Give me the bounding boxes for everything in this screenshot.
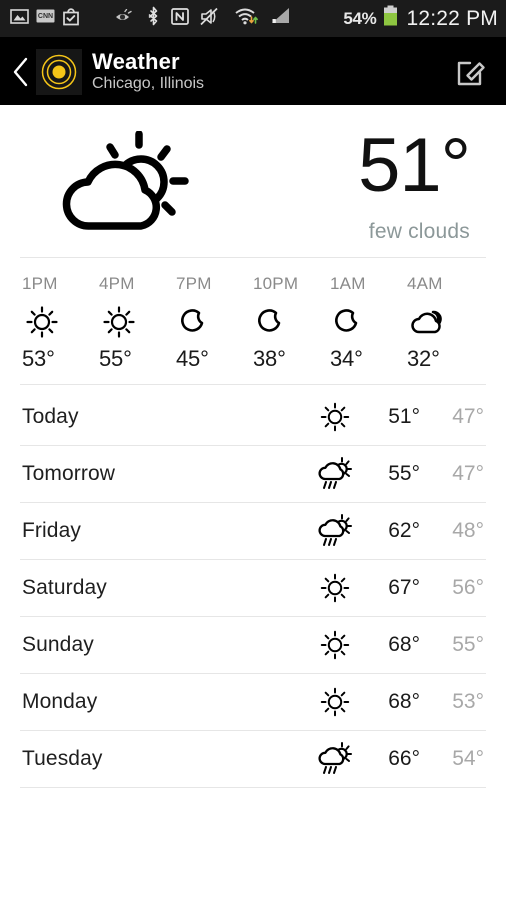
- status-bar-system-icons: [114, 6, 292, 31]
- wifi-icon: [234, 7, 259, 31]
- day-low-temp: 54°: [452, 747, 484, 770]
- hourly-forecast[interactable]: 1PM 53° 4PM 55° 7PM 45° 10PM 38° 1AM 34°: [0, 258, 506, 384]
- smart-stay-eye-icon: [114, 8, 136, 29]
- table-row[interactable]: Today 51° 47°: [0, 389, 506, 445]
- hourly-item[interactable]: 7PM 45°: [176, 274, 253, 372]
- cnn-news-icon: CNN: [36, 8, 55, 30]
- current-conditions: 51° few clouds: [0, 105, 506, 257]
- sound-mute-icon: [200, 7, 223, 31]
- day-label: Saturday: [22, 576, 107, 599]
- row-divider-last: [20, 787, 486, 788]
- table-row[interactable]: Tuesday 66° 54°: [0, 731, 506, 787]
- day-high-temp: 68°: [388, 633, 420, 656]
- partly-cloudy-day-icon: [22, 131, 236, 243]
- hourly-temp: 53°: [22, 346, 55, 371]
- day-low-temp: 56°: [452, 576, 484, 599]
- table-row[interactable]: Tomorrow 55° 47°: [0, 446, 506, 502]
- edit-compose-icon[interactable]: [452, 52, 492, 92]
- day-low-temp: 55°: [452, 633, 484, 656]
- sun-shower-icon: [312, 513, 358, 549]
- play-store-icon: [62, 7, 80, 31]
- table-row[interactable]: Friday 62° 48°: [0, 503, 506, 559]
- current-temperature: 51°: [358, 122, 471, 208]
- day-label: Monday: [22, 690, 98, 713]
- sun-shower-icon: [312, 456, 358, 492]
- moon-icon: [255, 302, 285, 342]
- hourly-temp: 38°: [253, 346, 286, 371]
- current-temp-block: 51° few clouds: [358, 122, 484, 244]
- app-bar: Weather Chicago, Illinois: [0, 38, 506, 105]
- bluetooth-icon: [147, 6, 160, 31]
- gallery-icon: [10, 7, 29, 31]
- day-low-temp: 47°: [452, 462, 484, 485]
- day-label: Today: [22, 405, 79, 428]
- app-bar-titles: Weather Chicago, Illinois: [92, 50, 204, 93]
- hourly-item[interactable]: 1AM 34°: [330, 274, 407, 372]
- hourly-item[interactable]: 1PM 53°: [22, 274, 99, 372]
- day-low-temp: 47°: [452, 405, 484, 428]
- hourly-item[interactable]: 4AM 32°: [407, 274, 484, 372]
- hourly-time: 1PM: [22, 274, 58, 293]
- day-label: Sunday: [22, 633, 94, 656]
- hourly-item[interactable]: 10PM 38°: [253, 274, 330, 372]
- status-bar[interactable]: CNN 54% 12:22 PM: [0, 0, 506, 38]
- day-high-temp: 66°: [388, 747, 420, 770]
- day-label: Tuesday: [22, 747, 103, 770]
- location-subtitle: Chicago, Illinois: [92, 75, 205, 93]
- cloud-night-icon: [409, 302, 447, 342]
- battery-percent-label: 54%: [343, 8, 377, 28]
- day-low-temp: 48°: [452, 519, 484, 542]
- hourly-temp: 32°: [407, 346, 440, 371]
- back-chevron-icon[interactable]: [6, 57, 36, 87]
- clock-label: 12:22 PM: [406, 6, 498, 30]
- day-label: Friday: [22, 519, 81, 542]
- sun-icon: [312, 571, 358, 605]
- day-high-temp: 67°: [388, 576, 420, 599]
- table-row[interactable]: Monday 68° 53°: [0, 674, 506, 730]
- hourly-item[interactable]: 4PM 55°: [99, 274, 176, 372]
- hourly-time: 4PM: [99, 274, 135, 293]
- sun-icon: [101, 302, 137, 342]
- sun-icon: [24, 302, 60, 342]
- day-high-temp: 55°: [388, 462, 420, 485]
- moon-icon: [178, 302, 208, 342]
- hourly-time: 10PM: [253, 274, 299, 293]
- table-row[interactable]: Saturday 67° 56°: [0, 560, 506, 616]
- page-title: Weather: [92, 49, 180, 75]
- current-description: few clouds: [368, 220, 470, 244]
- sun-icon: [312, 685, 358, 719]
- nfc-icon: [171, 7, 189, 31]
- hourly-time: 1AM: [330, 274, 366, 293]
- hourly-time: 4AM: [407, 274, 443, 293]
- sun-shower-icon: [312, 741, 358, 777]
- battery-icon: [383, 5, 398, 32]
- status-bar-notification-icons: CNN: [10, 7, 80, 31]
- sun-icon: [312, 628, 358, 662]
- weather-target-icon: [36, 48, 82, 95]
- day-high-temp: 62°: [388, 519, 420, 542]
- hourly-temp: 45°: [176, 346, 209, 371]
- day-high-temp: 51°: [388, 405, 420, 428]
- hourly-time: 7PM: [176, 274, 212, 293]
- day-label: Tomorrow: [22, 462, 115, 485]
- sun-icon: [312, 400, 358, 434]
- daily-forecast[interactable]: Today 51° 47° Tomorrow 55° 47° Friday 62…: [0, 385, 506, 788]
- cellular-signal-icon: [270, 7, 292, 30]
- hourly-temp: 55°: [99, 346, 132, 371]
- moon-icon: [332, 302, 362, 342]
- day-low-temp: 53°: [452, 690, 484, 713]
- day-high-temp: 68°: [388, 690, 420, 713]
- hourly-temp: 34°: [330, 346, 363, 371]
- table-row[interactable]: Sunday 68° 55°: [0, 617, 506, 673]
- status-bar-battery-clock: 54% 12:22 PM: [343, 5, 498, 32]
- svg-text:CNN: CNN: [38, 13, 53, 20]
